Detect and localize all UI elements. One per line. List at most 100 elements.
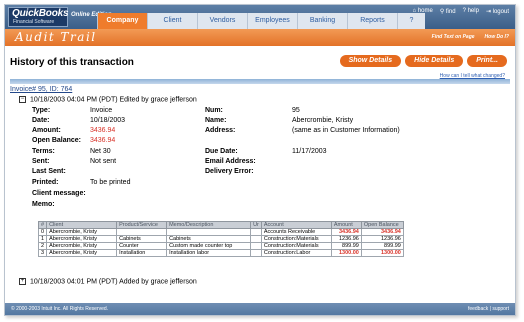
printed-value: To be printed (90, 179, 131, 186)
cell-account: Accounts Receivable (260, 228, 332, 236)
cell-product: Counter (116, 242, 168, 250)
print-button[interactable]: Print... (467, 55, 507, 67)
hide-details-button[interactable]: Hide Details (405, 55, 464, 67)
col-header-account: Account (260, 221, 332, 229)
cell-memo (166, 228, 252, 236)
date-label: Date: (32, 117, 50, 124)
cell-index: 1 (37, 235, 48, 243)
home-link[interactable]: ⌂ home (413, 8, 433, 15)
delivery-error-label: Delivery Error: (205, 168, 254, 175)
printed-label: Printed: (32, 179, 59, 186)
amount-label: Amount: (32, 127, 61, 134)
support-link[interactable]: support (492, 306, 509, 312)
logout-icon: ⇥ (485, 9, 493, 15)
logo-wordmark: QuickBooks (12, 8, 69, 19)
history-entry-edited: −10/18/2003 04:04 PM (PDT) Edited by gra… (19, 96, 197, 103)
last-sent-label: Last Sent: (32, 168, 66, 175)
app-window: QuickBooks Financial Software Online Edi… (4, 4, 516, 316)
cell-open-balance: 1300.00 (360, 249, 404, 257)
find-link[interactable]: ⚲ find (440, 8, 456, 15)
tab-company[interactable]: Company (97, 13, 147, 29)
due-date-value: 11/17/2003 (292, 148, 327, 155)
col-header-client: Client (46, 221, 118, 229)
action-buttons: Show Details Hide Details Print... (339, 55, 507, 67)
num-label: Num: (205, 107, 223, 114)
cell-product: Installation (116, 249, 168, 257)
cell-open-balance: 1236.96 (360, 235, 404, 243)
table-row: 3 Abercrombie, Kristy Installation Insta… (37, 249, 404, 257)
logo-tagline: Financial Software (13, 19, 55, 25)
cell-memo: Custom made counter top (166, 242, 252, 250)
cell-client: Abercrombie, Kristy (46, 228, 118, 236)
terms-label: Terms: (32, 148, 55, 155)
cell-amount: 899.99 (330, 242, 362, 250)
name-value: Abercrombie, Kristy (292, 117, 354, 124)
line-items-table: # Client Product/Service Memo/Descriptio… (37, 221, 404, 257)
name-label: Name: (205, 117, 227, 124)
open-balance-value: 3436.94 (90, 137, 116, 144)
num-value: 95 (292, 107, 300, 114)
open-balance-label: Open Balance: (32, 137, 82, 144)
table-row: 1 Abercrombie, Kristy Cabinets Cabinets … (37, 235, 404, 243)
col-header-memo: Memo/Description (166, 221, 252, 229)
help-link[interactable]: ? help (463, 8, 479, 15)
show-details-button[interactable]: Show Details (339, 55, 402, 67)
tab-client[interactable]: Client (147, 13, 197, 29)
cell-index: 3 (37, 249, 48, 257)
cell-index: 2 (37, 242, 48, 250)
top-navigation-bar: QuickBooks Financial Software Online Edi… (5, 5, 515, 29)
cell-ur (250, 242, 262, 250)
cell-memo: Installation labor (166, 249, 252, 257)
tab-banking[interactable]: Banking (297, 13, 347, 29)
entry-summary: 10/18/2003 04:04 PM (PDT) Edited by grac… (30, 96, 197, 104)
divider-bar (10, 79, 510, 84)
logout-link[interactable]: ⇥ logout (486, 8, 509, 15)
cell-client: Abercrombie, Kristy (46, 242, 118, 250)
utility-links: ⌂ home ⚲ find ? help ⇥ logout (413, 8, 509, 15)
client-message-label: Client message: (32, 190, 86, 197)
col-header-product: Product/Service (116, 221, 168, 229)
cell-ur (250, 235, 262, 243)
cell-ur (250, 249, 262, 257)
entry-summary: 10/18/2003 04:01 PM (PDT) Added by grace… (30, 278, 197, 286)
cell-account: Construction:Materials (260, 235, 332, 243)
expand-toggle[interactable]: + (19, 278, 26, 285)
tab-vendors[interactable]: Vendors (197, 13, 247, 29)
how-do-i-link[interactable]: How Do I? (485, 34, 509, 40)
audit-trail-header: Audit Trail Find Text on Page How Do I? (5, 29, 515, 46)
cell-account: Construction:Labor (260, 249, 332, 257)
collapse-toggle[interactable]: − (19, 96, 26, 103)
tab-reports[interactable]: Reports (347, 13, 397, 29)
footer-bar: © 2000-2003 Intuit Inc. All Rights Reser… (5, 303, 515, 315)
quickbooks-logo[interactable]: QuickBooks Financial Software (8, 7, 69, 27)
main-tabs: Company Client Vendors Employees Banking… (97, 13, 425, 29)
sent-label: Sent: (32, 158, 50, 165)
col-header-index: # (37, 221, 48, 229)
section-title: Audit Trail (15, 30, 97, 44)
cell-open-balance: 899.99 (360, 242, 404, 250)
feedback-link[interactable]: feedback (468, 306, 488, 312)
type-value: Invoice (90, 107, 113, 114)
find-text-link[interactable]: Find Text on Page (432, 34, 475, 40)
cell-open-balance: 3436.94 (360, 228, 404, 236)
sent-value: Not sent (90, 158, 117, 165)
tab-help[interactable]: ? (397, 13, 425, 29)
table-row: 2 Abercrombie, Kristy Counter Custom mad… (37, 242, 404, 250)
cell-account: Construction:Materials (260, 242, 332, 250)
cell-client: Abercrombie, Kristy (46, 235, 118, 243)
tab-employees[interactable]: Employees (247, 13, 297, 29)
address-value: (same as in Customer Information) (292, 127, 400, 134)
cell-amount: 3436.94 (330, 228, 362, 236)
col-header-ur: Ur (250, 221, 262, 229)
cell-ur (250, 228, 262, 236)
col-header-amount: Amount (330, 221, 362, 229)
cell-product: Cabinets (116, 235, 168, 243)
address-label: Address: (205, 127, 236, 134)
col-header-open-balance: Open Balance (360, 221, 404, 229)
page-title: History of this transaction (10, 57, 134, 68)
cell-memo: Cabinets (166, 235, 252, 243)
invoice-link[interactable]: Invoice# 95, ID: 764 (10, 86, 72, 93)
due-date-label: Due Date: (205, 148, 238, 155)
type-label: Type: (32, 107, 51, 114)
history-entry-added: +10/18/2003 04:01 PM (PDT) Added by grac… (19, 278, 197, 285)
